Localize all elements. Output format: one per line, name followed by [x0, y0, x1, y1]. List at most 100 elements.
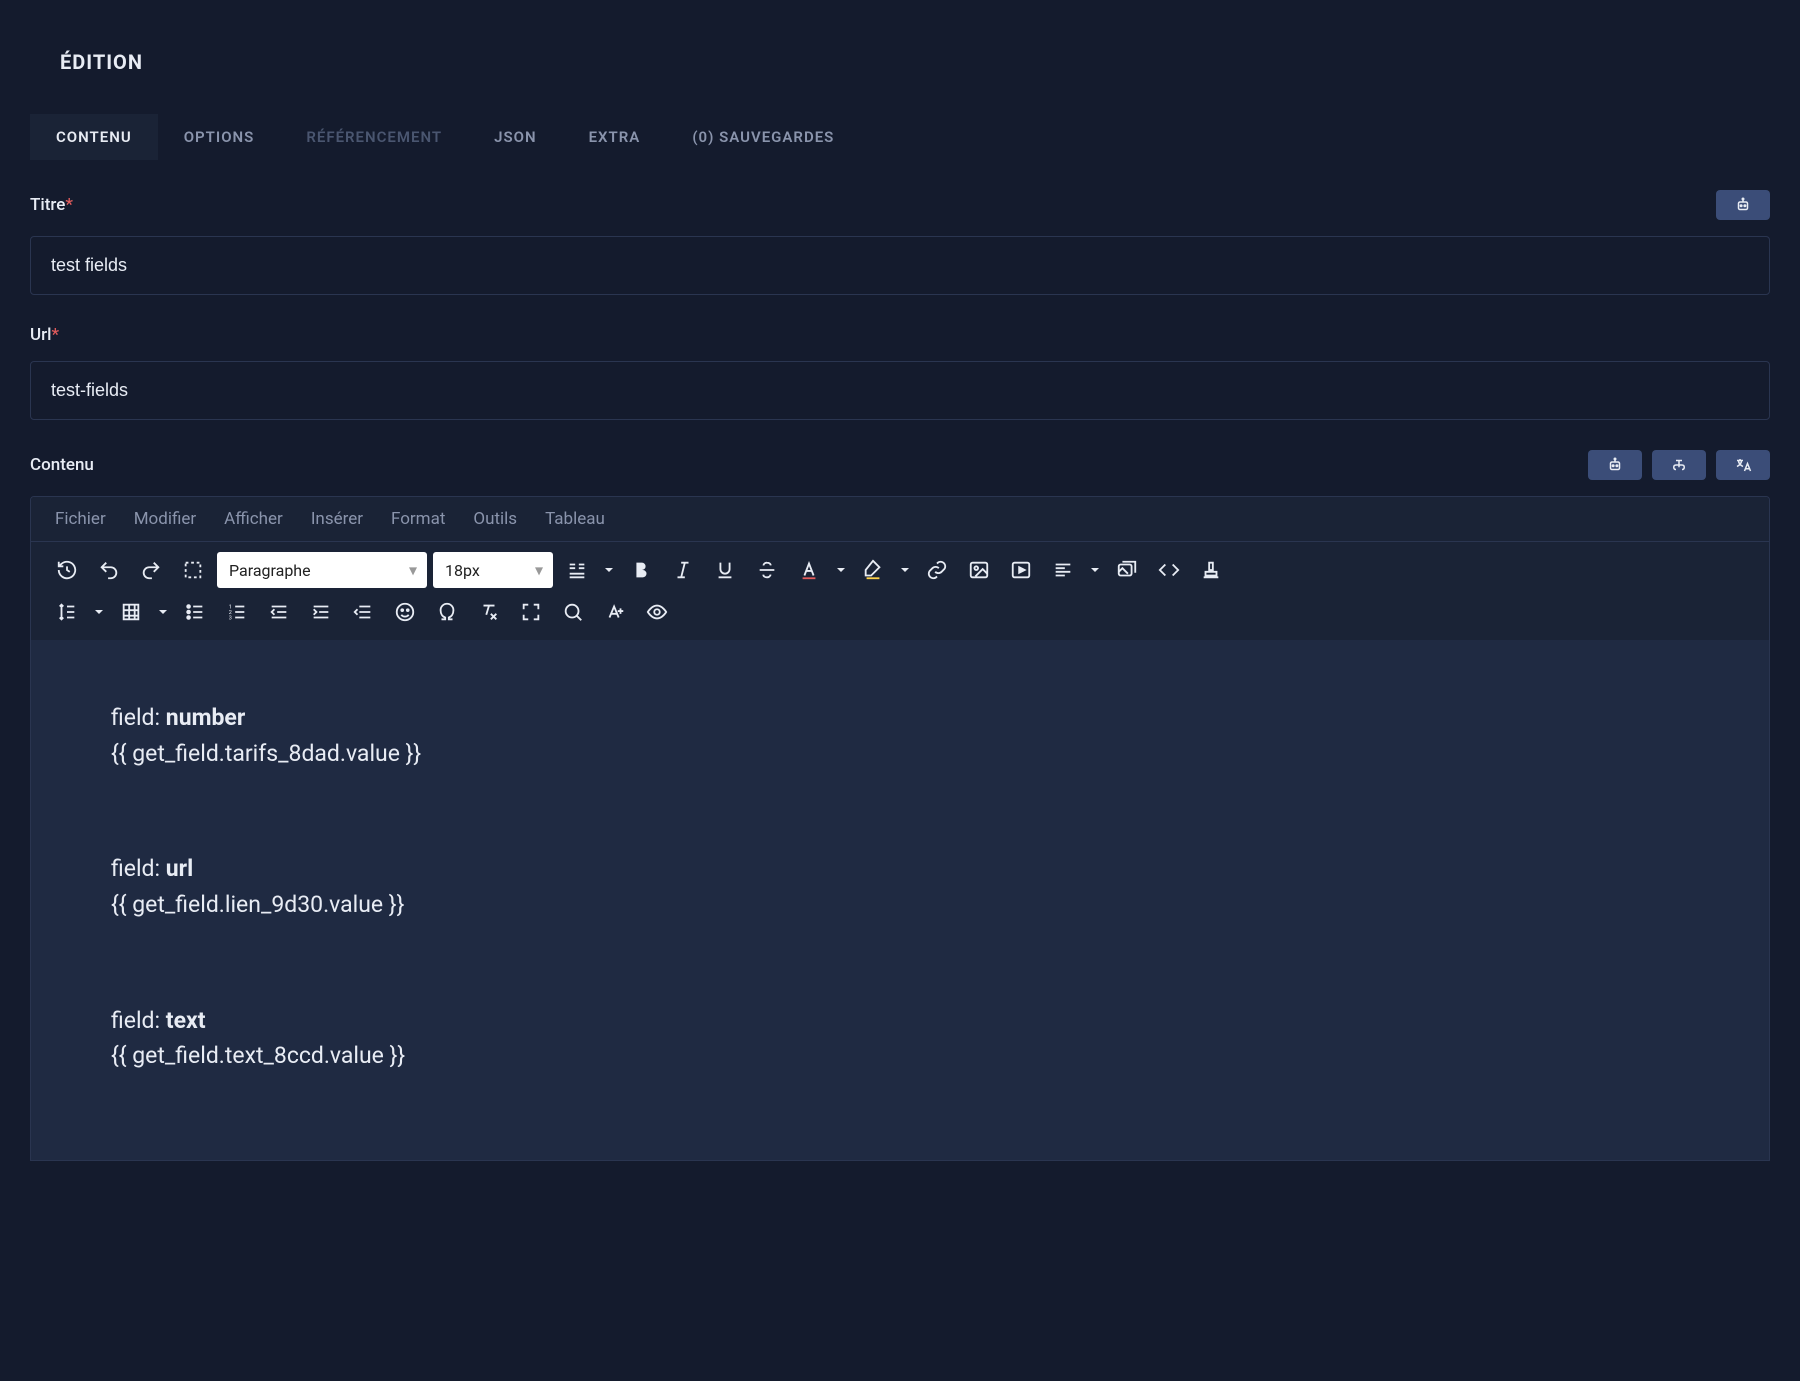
stamp-button[interactable] [1193, 552, 1229, 588]
menu-format[interactable]: Format [391, 509, 445, 529]
image-icon [968, 559, 990, 581]
image-button[interactable] [961, 552, 997, 588]
search-button[interactable] [555, 594, 591, 630]
chevron-down-icon [1090, 565, 1100, 575]
numbered-list-button[interactable]: 123 [219, 594, 255, 630]
fullscreen-icon [520, 601, 542, 623]
outdent-icon [268, 601, 290, 623]
blocks-dropdown[interactable] [601, 565, 617, 575]
gallery-button[interactable] [1109, 552, 1145, 588]
tab-options[interactable]: OPTIONS [158, 114, 281, 160]
menu-fichier[interactable]: Fichier [55, 509, 106, 529]
highlight-button[interactable] [855, 552, 891, 588]
code-button[interactable] [1151, 552, 1187, 588]
page-title: ÉDITION [60, 50, 1770, 74]
text-color-button[interactable] [791, 552, 827, 588]
content-translate-button[interactable] [1716, 450, 1770, 480]
history-icon [56, 559, 78, 581]
menu-outils[interactable]: Outils [473, 509, 517, 529]
media-button[interactable] [1003, 552, 1039, 588]
numbered-list-icon: 123 [226, 601, 248, 623]
translate-icon [1734, 456, 1752, 474]
bullet-list-button[interactable] [177, 594, 213, 630]
gallery-icon [1116, 559, 1138, 581]
url-input[interactable] [30, 361, 1770, 420]
editor-toolbar: Paragraphe ▾ 18px ▾ [31, 541, 1769, 640]
undo-icon [98, 559, 120, 581]
bold-icon [630, 559, 652, 581]
font-size-increase-button[interactable] [597, 594, 633, 630]
align-left-icon [1052, 559, 1074, 581]
title-input[interactable] [30, 236, 1770, 295]
align-dropdown[interactable] [1087, 565, 1103, 575]
highlight-dropdown[interactable] [897, 565, 913, 575]
text-color-icon [798, 559, 820, 581]
tab-sauvegardes[interactable]: (0) SAUVEGARDES [666, 114, 860, 160]
redo-icon [140, 559, 162, 581]
chevron-down-icon [158, 607, 168, 617]
title-label: Titre* [30, 195, 73, 215]
emoji-button[interactable] [387, 594, 423, 630]
editor-menubar: Fichier Modifier Afficher Insérer Format… [31, 497, 1769, 541]
menu-tableau[interactable]: Tableau [545, 509, 605, 529]
table-dropdown[interactable] [155, 607, 171, 617]
strikethrough-icon [756, 559, 778, 581]
blocks-button[interactable] [559, 552, 595, 588]
font-size-select[interactable]: 18px ▾ [433, 552, 553, 588]
tabs: CONTENU OPTIONS RÉFÉRENCEMENT JSON EXTRA… [30, 114, 1770, 160]
svg-text:3: 3 [229, 615, 232, 621]
redo-button[interactable] [133, 552, 169, 588]
undo-button[interactable] [91, 552, 127, 588]
menu-modifier[interactable]: Modifier [134, 509, 196, 529]
tab-extra[interactable]: EXTRA [563, 114, 667, 160]
chevron-down-icon [836, 565, 846, 575]
text-color-dropdown[interactable] [833, 565, 849, 575]
link-button[interactable] [919, 552, 955, 588]
emoji-icon [394, 601, 416, 623]
menu-inserer[interactable]: Insérer [311, 509, 363, 529]
robot-icon [1734, 196, 1752, 214]
outdent-button[interactable] [261, 594, 297, 630]
content-typography-button[interactable] [1652, 450, 1706, 480]
editor-content-area[interactable]: field: number {{ get_field.tarifs_8dad.v… [31, 640, 1769, 1160]
line-height-button[interactable] [49, 594, 85, 630]
bullet-list-icon [184, 601, 206, 623]
fullscreen-button[interactable] [513, 594, 549, 630]
chevron-down-icon [94, 607, 104, 617]
rich-text-editor: Fichier Modifier Afficher Insérer Format… [30, 496, 1770, 1161]
history-button[interactable] [49, 552, 85, 588]
omega-icon [436, 601, 458, 623]
block-format-select[interactable]: Paragraphe ▾ [217, 552, 427, 588]
blocks-icon [566, 559, 588, 581]
link-icon [926, 559, 948, 581]
content-label: Contenu [30, 455, 94, 475]
code-icon [1158, 559, 1180, 581]
menu-afficher[interactable]: Afficher [224, 509, 283, 529]
title-ai-button[interactable] [1716, 190, 1770, 220]
table-button[interactable] [113, 594, 149, 630]
underline-button[interactable] [707, 552, 743, 588]
decrease-indent-button[interactable] [345, 594, 381, 630]
indent-button[interactable] [303, 594, 339, 630]
chevron-down-icon: ▾ [535, 561, 543, 580]
font-size-icon [604, 601, 626, 623]
preview-button[interactable] [639, 594, 675, 630]
content-paragraph: field: number {{ get_field.tarifs_8dad.v… [111, 700, 1689, 771]
tab-contenu[interactable]: CONTENU [30, 114, 158, 160]
content-paragraph: field: text {{ get_field.text_8ccd.value… [111, 1003, 1689, 1074]
clear-format-button[interactable] [471, 594, 507, 630]
content-ai-button[interactable] [1588, 450, 1642, 480]
align-button[interactable] [1045, 552, 1081, 588]
strikethrough-button[interactable] [749, 552, 785, 588]
play-square-icon [1010, 559, 1032, 581]
select-all-button[interactable] [175, 552, 211, 588]
highlight-icon [862, 559, 884, 581]
indent-left-icon [352, 601, 374, 623]
tab-json[interactable]: JSON [468, 114, 562, 160]
italic-button[interactable] [665, 552, 701, 588]
url-label: Url* [30, 325, 59, 345]
line-height-dropdown[interactable] [91, 607, 107, 617]
selection-icon [182, 559, 204, 581]
special-char-button[interactable] [429, 594, 465, 630]
bold-button[interactable] [623, 552, 659, 588]
